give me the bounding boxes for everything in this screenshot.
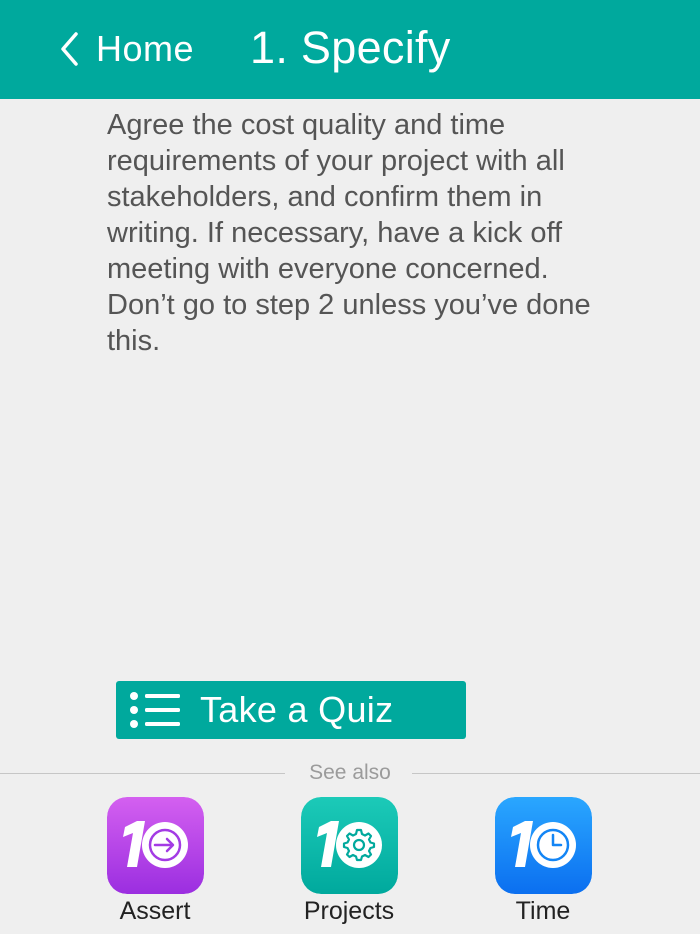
divider-right (412, 773, 700, 774)
assert-app-icon (106, 797, 204, 894)
page-title: 1. Specify (250, 22, 451, 73)
take-quiz-button[interactable]: Take a Quiz (116, 681, 466, 739)
step-description: Agree the cost quality and time requirem… (107, 109, 591, 357)
header-bar: Home 1. Specify (0, 0, 700, 99)
take-quiz-label: Take a Quiz (200, 689, 394, 730)
time-app-icon (494, 797, 592, 894)
back-button[interactable]: Home (60, 24, 194, 74)
chevron-left-icon (61, 32, 78, 66)
assert-app-link[interactable]: Assert (90, 797, 220, 926)
time-app-label: Time (515, 897, 571, 925)
projects-app-icon (300, 797, 398, 894)
assert-app-label: Assert (119, 897, 191, 925)
time-app-link[interactable]: Time (478, 797, 608, 926)
projects-app-link[interactable]: Projects (284, 797, 414, 926)
list-icon (130, 692, 180, 728)
projects-app-label: Projects (303, 897, 395, 925)
back-label: Home (96, 28, 195, 69)
